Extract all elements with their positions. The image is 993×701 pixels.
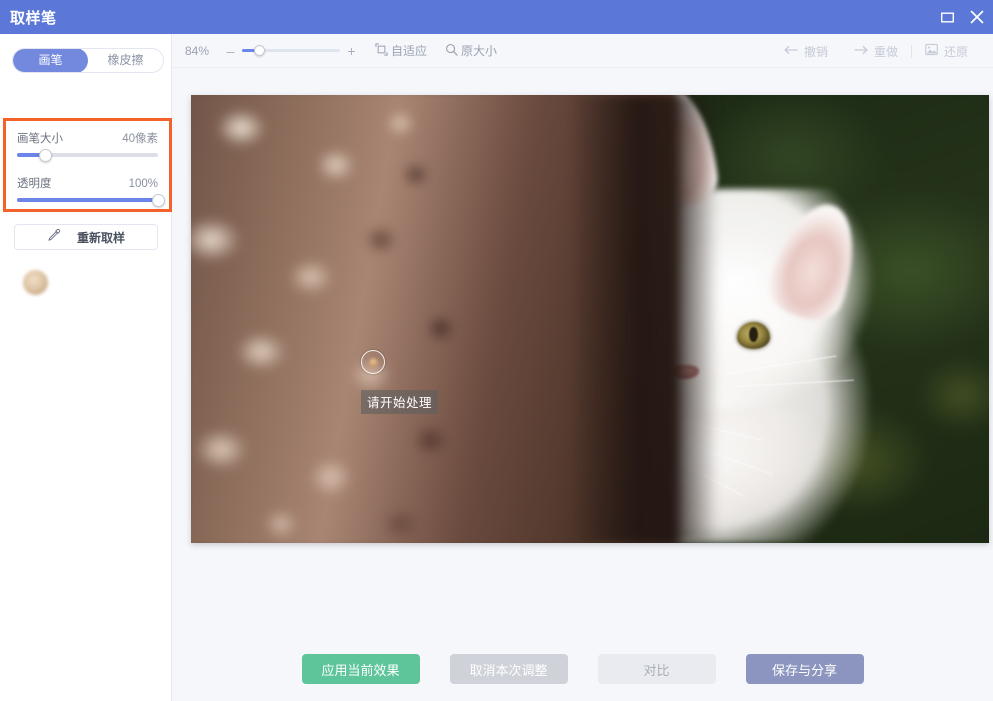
apply-effect-button[interactable]: 应用当前效果 <box>301 654 420 684</box>
tab-brush[interactable]: 画笔 <box>13 49 88 72</box>
opacity-label: 透明度 <box>17 178 52 190</box>
title-bar: 取样笔 <box>0 0 993 34</box>
eyedropper-icon <box>47 228 61 247</box>
main-panel: 84% – + 自适应 原大小 撤销 重做 还原 请开始处理 应用当前效果 取消… <box>172 34 993 701</box>
tool-mode-switch[interactable]: 画笔 橡皮擦 <box>12 48 164 73</box>
undo-button[interactable]: 撤销 <box>771 43 841 60</box>
action-bar: 应用当前效果 取消本次调整 对比 保存与分享 <box>172 645 993 701</box>
cat-pupil-right <box>748 327 758 343</box>
canvas-area[interactable]: 请开始处理 <box>172 68 993 645</box>
window-controls <box>939 0 985 34</box>
zoom-slider-handle[interactable] <box>254 45 266 56</box>
sampled-color-swatch[interactable] <box>23 270 48 295</box>
brush-size-slider-handle[interactable] <box>38 148 52 162</box>
brush-size-row: 画笔大小 40像素 <box>17 130 158 162</box>
brush-circle-cursor <box>361 350 385 374</box>
zoom-slider[interactable] <box>242 45 340 56</box>
brush-size-value: 40像素 <box>122 133 158 145</box>
zoom-in-button[interactable]: + <box>346 44 357 58</box>
opacity-slider-handle[interactable] <box>151 193 165 207</box>
resample-button[interactable]: 重新取样 <box>14 224 158 250</box>
brush-size-label: 画笔大小 <box>17 133 63 145</box>
opacity-row: 透明度 100% <box>17 175 165 207</box>
history-controls: 撤销 重做 还原 <box>771 34 981 68</box>
opacity-value: 100% <box>128 178 158 190</box>
zoom-control: – + <box>225 44 357 58</box>
opacity-slider[interactable] <box>17 193 165 207</box>
brush-size-slider[interactable] <box>17 148 158 162</box>
undo-label: 撤销 <box>803 44 828 59</box>
photo-canvas[interactable]: 请开始处理 <box>191 95 989 543</box>
brush-cursor-center-dot <box>368 357 378 367</box>
save-and-share-button[interactable]: 保存与分享 <box>745 654 864 684</box>
compare-button[interactable]: 对比 <box>597 654 716 684</box>
arrow-right-icon <box>854 44 868 58</box>
maximize-icon[interactable] <box>939 9 955 25</box>
canvas-toolbar: 84% – + 自适应 原大小 撤销 重做 还原 <box>172 34 993 68</box>
tool-sidebar: 画笔 橡皮擦 画笔大小 40像素 透明度 100% 重新取样 <box>0 34 172 701</box>
redo-label: 重做 <box>873 44 898 59</box>
zoom-level-value: 84% <box>185 43 210 58</box>
restore-button[interactable]: 还原 <box>912 43 981 60</box>
photo-bark-shadow-edge <box>574 95 718 543</box>
original-size-button[interactable]: 原大小 <box>445 42 497 59</box>
image-restore-icon <box>925 43 938 59</box>
resample-button-label: 重新取样 <box>76 230 125 245</box>
fit-to-screen-icon <box>375 42 388 59</box>
zoom-out-button[interactable]: – <box>225 44 236 58</box>
magnifier-icon <box>445 43 458 59</box>
canvas-hint-tooltip: 请开始处理 <box>361 390 439 414</box>
tab-eraser[interactable]: 橡皮擦 <box>88 49 163 72</box>
workspace: 画笔 橡皮擦 画笔大小 40像素 透明度 100% 重新取样 84% – + 自… <box>0 34 993 701</box>
cancel-adjust-button[interactable]: 取消本次调整 <box>449 654 568 684</box>
window-title: 取样笔 <box>10 9 57 27</box>
opacity-slider-fill <box>17 198 158 202</box>
app-window: 取样笔 画笔 橡皮擦 画笔大小 40像素 透明度 100% 重新取样 84% –… <box>0 0 993 701</box>
fit-to-screen-label: 自适应 <box>391 44 428 58</box>
arrow-left-icon <box>784 44 798 58</box>
fit-to-screen-button[interactable]: 自适应 <box>375 42 427 59</box>
close-icon[interactable] <box>969 9 985 25</box>
redo-button[interactable]: 重做 <box>841 43 911 60</box>
brush-settings-group: 画笔大小 40像素 透明度 100% <box>3 118 172 212</box>
original-size-label: 原大小 <box>461 44 498 58</box>
restore-label: 还原 <box>943 44 968 59</box>
